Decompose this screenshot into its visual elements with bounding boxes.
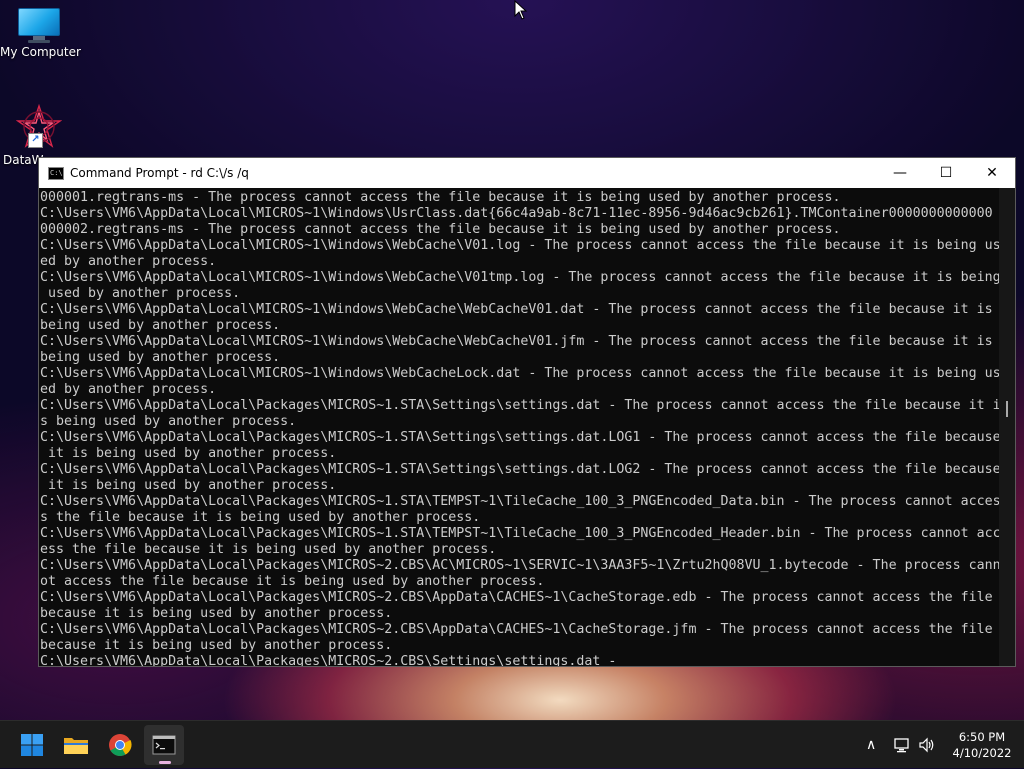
show-hidden-icons-button[interactable]: ∧ [866,721,876,769]
volume-button[interactable] [918,721,936,769]
console-line: because it is being used by another proc… [40,638,393,653]
console-line: being used by another process. [40,350,281,365]
chrome-button[interactable] [100,725,140,765]
console-line: 000002.regtrans-ms - The process cannot … [40,222,841,237]
console-line: C:\Users\VM6\AppData\Local\Packages\MICR… [40,494,999,509]
file-explorer-button[interactable] [56,725,96,765]
window-title: Command Prompt - rd C:\/s /q [70,166,249,180]
vertical-scrollbar[interactable] [999,188,1015,666]
console-line: it is being used by another process. [40,446,337,461]
system-clock[interactable]: 6:50 PM 4/10/2022 [942,729,1022,761]
terminal-icon [152,735,176,755]
console-line: ed by another process. [40,382,217,397]
console-output[interactable]: 000001.regtrans-ms - The process cannot … [39,188,999,666]
console-line: C:\Users\VM6\AppData\Local\Packages\MICR… [40,622,993,637]
scrollbar-thumb[interactable] [1006,401,1008,417]
mouse-cursor-icon [514,0,528,24]
console-line: C:\Users\VM6\AppData\Local\MICROS~1\Wind… [40,302,993,317]
console-line: 000001.regtrans-ms - The process cannot … [40,190,841,205]
console-line: it is being used by another process. [40,478,337,493]
console-line: C:\Users\VM6\AppData\Local\MICROS~1\Wind… [40,206,993,221]
console-line: C:\Users\VM6\AppData\Local\MICROS~1\Wind… [40,238,999,253]
clock-time: 6:50 PM [958,730,1006,744]
console-line: C:\Users\VM6\AppData\Local\MICROS~1\Wind… [40,366,999,381]
console-line: being used by another process. [40,318,281,333]
taskbar: ∧ 6:50 PM 4/10/2022 [0,720,1024,768]
windows-start-icon [21,734,43,756]
volume-icon [919,737,934,753]
console-line: C:\Users\VM6\AppData\Local\Packages\MICR… [40,526,999,541]
dataw-app-icon: ↗ [15,103,63,150]
console-line: s being used by another process. [40,414,297,429]
console-line: C:\Users\VM6\AppData\Local\Packages\MICR… [40,462,999,477]
console-line: ot access the file because it is being u… [40,574,545,589]
close-button[interactable]: ✕ [969,158,1015,188]
shortcut-arrow-icon: ↗ [28,133,43,148]
maximize-icon: ☐ [939,165,953,181]
console-line: C:\Users\VM6\AppData\Local\Packages\MICR… [40,558,999,573]
console-line: C:\Users\VM6\AppData\Local\Packages\MICR… [40,430,999,445]
command-prompt-window[interactable]: C:\ Command Prompt - rd C:\/s /q — ☐ ✕ 0… [38,157,1016,667]
chevron-up-icon: ∧ [866,737,877,753]
minimize-button[interactable]: — [877,158,923,188]
console-line: C:\Users\VM6\AppData\Local\Packages\MICR… [40,398,999,413]
network-icon [894,738,909,753]
network-button[interactable] [893,721,911,769]
command-prompt-taskbar-button[interactable] [144,725,184,765]
chrome-icon [109,734,132,756]
console-line: C:\Users\VM6\AppData\Local\MICROS~1\Wind… [40,270,999,285]
computer-icon [18,8,60,43]
start-button[interactable] [12,725,52,765]
console-line: C:\Users\VM6\AppData\Local\MICROS~1\Wind… [40,334,993,349]
console-line: C:\Users\VM6\AppData\Local\Packages\MICR… [40,654,617,666]
console-line: s the file because it is being used by a… [40,510,481,525]
desktop-icon-my-computer[interactable]: My Computer [0,8,81,59]
minimize-icon: — [893,165,907,181]
console-line: because it is being used by another proc… [40,606,393,621]
clock-date: 4/10/2022 [952,746,1012,760]
desktop-icon-label: My Computer [0,45,81,59]
console-line: ess the file because it is being used by… [40,542,497,557]
folder-icon [64,738,88,754]
active-app-indicator [159,761,171,764]
command-prompt-icon: C:\ [48,166,64,180]
close-icon: ✕ [986,165,998,181]
title-bar[interactable]: C:\ Command Prompt - rd C:\/s /q — ☐ ✕ [39,158,1015,188]
maximize-button[interactable]: ☐ [923,158,969,188]
console-line: ed by another process. [40,254,217,269]
console-line: used by another process. [40,286,241,301]
console-line: C:\Users\VM6\AppData\Local\Packages\MICR… [40,590,993,605]
